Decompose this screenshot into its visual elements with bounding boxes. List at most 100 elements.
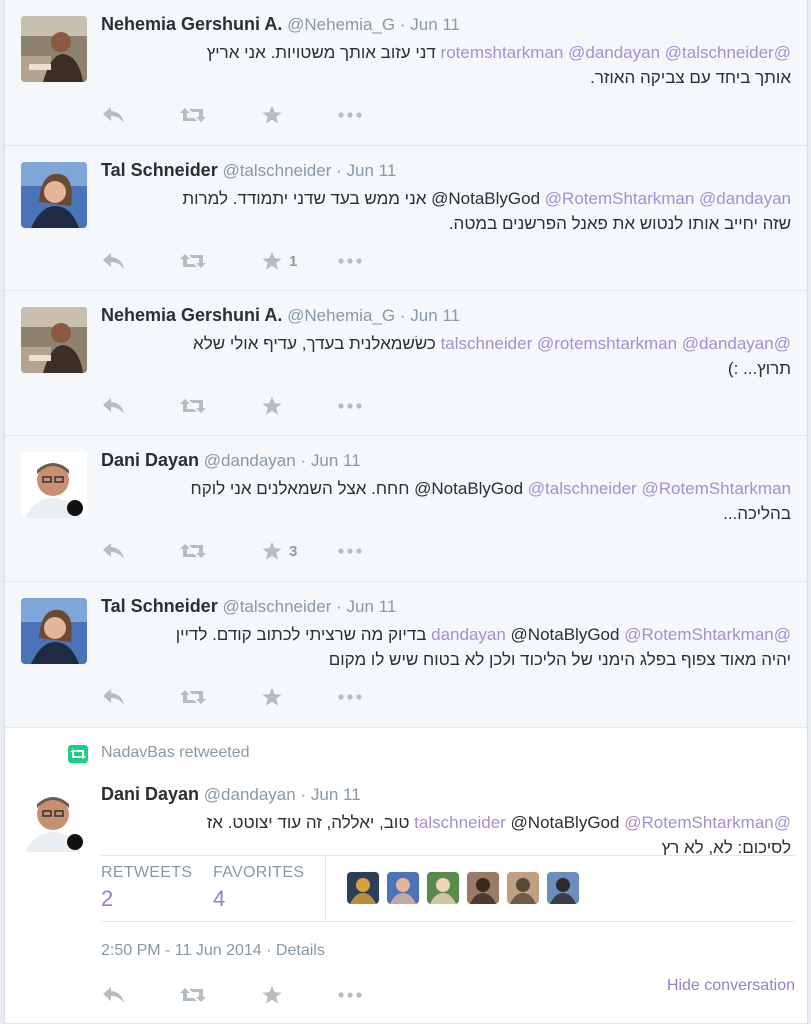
retweet-button[interactable] [179, 982, 207, 1008]
tweet-header: Tal Schneider @talschneider · Jun 11 [101, 160, 396, 181]
tweet-time[interactable]: Jun 11 [347, 161, 397, 180]
retweet-button[interactable] [179, 538, 207, 564]
tweet-time[interactable]: Jun 11 [347, 597, 397, 616]
tweet[interactable]: Nehemia Gershuni A. @Nehemia_G · Jun 11 @… [5, 0, 807, 146]
more-button[interactable] [337, 393, 363, 419]
engager-avatar[interactable] [507, 872, 539, 904]
reply-button[interactable] [101, 393, 127, 419]
favorites-stat[interactable]: FAVORITES 4 [213, 864, 304, 912]
engager-avatar[interactable] [387, 872, 419, 904]
avatar[interactable] [21, 307, 87, 373]
favorite-button[interactable] [261, 982, 283, 1008]
avatar[interactable] [21, 786, 87, 852]
author-handle[interactable]: @dandayan [204, 451, 296, 470]
favorite-button[interactable] [261, 684, 283, 710]
tweet-text-line: @rotemshtarkman @dandayan @talschneider … [101, 40, 791, 65]
author-name[interactable]: Dani Dayan [101, 784, 199, 804]
tweet-stats: RETWEETS 2 FAVORITES 4 [101, 855, 795, 922]
favorite-button[interactable] [261, 393, 283, 419]
author-handle[interactable]: @dandayan [204, 785, 296, 804]
retweet-icon [179, 541, 207, 561]
retweeted-by[interactable]: NadavBas retweeted [101, 744, 250, 762]
author-name[interactable]: Dani Dayan [101, 450, 199, 470]
favorite-icon [261, 251, 283, 271]
tweet[interactable]: Dani Dayan @dandayan · Jun 11 NotaBlyGod … [5, 436, 807, 582]
tweet-text: NotaBlyGod @RotemShtarkman @dandayan @ אנ… [101, 186, 791, 236]
retweets-label: RETWEETS [101, 864, 193, 881]
author-name[interactable]: Nehemia Gershuni A. [101, 305, 282, 325]
tweet-text-line: @talschneider @rotemshtarkman @dandayan … [101, 331, 791, 356]
tweet-text-line: שזה יחייב אותו לנטוש את פאנל הפרשנים במט… [448, 214, 791, 233]
tweet-header: Nehemia Gershuni A. @Nehemia_G · Jun 11 [101, 305, 460, 326]
retweet-icon [179, 396, 207, 416]
reply-button[interactable] [101, 684, 127, 710]
tweet-time[interactable]: Jun 11 [311, 451, 361, 470]
retweets-stat[interactable]: RETWEETS 2 [101, 864, 192, 912]
mention-link[interactable]: @RotemShtarkman [545, 189, 695, 208]
separator-dot: · [399, 306, 406, 325]
retweet-button[interactable] [179, 684, 207, 710]
engager-avatar[interactable] [427, 872, 459, 904]
text-fragment: דני עזוב אותך משטויות. אני אריץ [206, 43, 441, 62]
tweet-text-line: NotaBlyGod @RotemShtarkman @dandayan @ אנ… [101, 186, 791, 211]
mention-link[interactable]: @RotemShtarkman [624, 813, 774, 832]
mention-link[interactable]: @dandayan [682, 334, 774, 353]
author-handle[interactable]: @talschneider [222, 161, 331, 180]
reply-button[interactable] [101, 248, 127, 274]
engager-avatar[interactable] [347, 872, 379, 904]
retweet-button[interactable] [179, 393, 207, 419]
mention-link[interactable]: @dandayan [568, 43, 660, 62]
avatar[interactable] [21, 452, 87, 518]
author-name[interactable]: Tal Schneider [101, 596, 218, 616]
reply-button[interactable] [101, 982, 127, 1008]
author-handle[interactable]: @talschneider [222, 597, 331, 616]
mention-link[interactable]: @dandayan [699, 189, 791, 208]
author-name[interactable]: Nehemia Gershuni A. [101, 14, 282, 34]
more-button[interactable] [337, 982, 363, 1008]
tweet-text: @rotemshtarkman @dandayan @talschneider … [101, 40, 791, 90]
engager-avatar[interactable] [547, 872, 579, 904]
more-button[interactable] [337, 684, 363, 710]
retweet-button[interactable] [179, 248, 207, 274]
favorite-icon [261, 396, 283, 416]
retweet-button[interactable] [179, 102, 207, 128]
mention-link[interactable]: @rotemshtarkman [537, 334, 677, 353]
avatar[interactable] [21, 162, 87, 228]
text-fragment: בדיוק מה שרציתי לכתוב קודם. לדיין [175, 625, 432, 644]
more-icon [337, 105, 363, 125]
reply-button[interactable] [101, 538, 127, 564]
avatar[interactable] [21, 598, 87, 664]
mention-link[interactable]: @talschneider [528, 479, 637, 498]
tweet[interactable]: Tal Schneider @talschneider · Jun 11 Nota… [5, 146, 807, 291]
author-handle[interactable]: @Nehemia_G [287, 306, 395, 325]
mention-link[interactable]: @RotemShtarkman [641, 479, 791, 498]
mention-link[interactable]: @talschneider [665, 43, 774, 62]
text-fragment: חחח. אצל השמאלנים אני לוקח [190, 479, 415, 498]
favorite-icon [261, 985, 283, 1005]
favorite-button[interactable] [261, 102, 283, 128]
tweet-text-line: @talschneider @NotaBlyGod @RotemShtarkma… [101, 810, 791, 835]
mention-link[interactable]: @RotemShtarkman [624, 625, 774, 644]
author-handle[interactable]: @Nehemia_G [287, 15, 395, 34]
more-button[interactable] [337, 102, 363, 128]
more-button[interactable] [337, 538, 363, 564]
tweet[interactable]: Nehemia Gershuni A. @Nehemia_G · Jun 11 @… [5, 291, 807, 436]
more-button[interactable] [337, 248, 363, 274]
avatar[interactable] [21, 16, 87, 82]
reply-button[interactable] [101, 102, 127, 128]
text-fragment: NotaBlyGod [448, 189, 545, 208]
author-name[interactable]: Tal Schneider [101, 160, 218, 180]
text-fragment: אני ממש בעד שדני יתמודד. למרות [182, 189, 432, 208]
favorite-button[interactable]: 3 [261, 538, 297, 564]
tweet-time[interactable]: Jun 11 [410, 15, 460, 34]
engager-avatar[interactable] [467, 872, 499, 904]
text-fragment: כשׂשמאלנית בעדך, עדיף אולי שלא [193, 334, 441, 353]
tweet[interactable]: Tal Schneider @talschneider · Jun 11 @dan… [5, 582, 807, 728]
favorite-button[interactable]: 1 [261, 248, 297, 274]
tweet-time[interactable]: Jun 11 [410, 306, 460, 325]
separator-dot: · [300, 451, 307, 470]
tweet-timestamp[interactable]: 2:50 PM - 11 Jun 2014 · Details [101, 942, 325, 960]
hide-conversation-link[interactable]: Hide conversation [667, 977, 795, 995]
tweet-time[interactable]: Jun 11 [311, 785, 361, 804]
tweet-header: Tal Schneider @talschneider · Jun 11 [101, 596, 396, 617]
